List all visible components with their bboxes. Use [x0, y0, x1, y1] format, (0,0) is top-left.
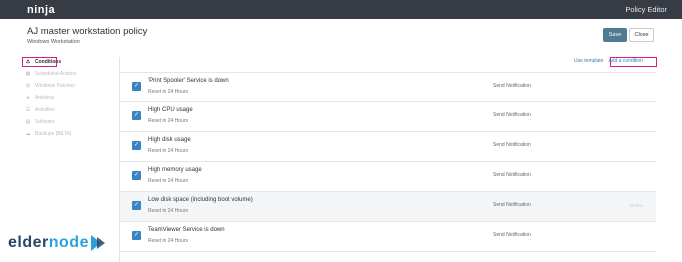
delete-link[interactable]: Delete [630, 203, 643, 208]
condition-action: Send Notification [493, 83, 531, 89]
condition-row[interactable]: ✓ TeamViewer Service is down Reset in 24… [120, 222, 656, 252]
sidebar-item-windows-patches[interactable]: ⊞ Windows Patches [22, 80, 114, 92]
condition-title: High memory usage [148, 167, 202, 173]
condition-action: Send Notification [493, 112, 531, 118]
top-bar: ninja Policy Editor [0, 0, 682, 19]
sidebar-item-label: Windows Patches [35, 83, 75, 89]
condition-action: Send Notification [493, 232, 531, 238]
condition-row[interactable]: ✓ Low disk space (including boot volume)… [120, 192, 656, 222]
calendar-icon: ▦ [25, 71, 31, 77]
sidebar: ⚠ Conditions ▦ Scheduled Actions ⊞ Windo… [22, 56, 114, 140]
windows-icon: ⊞ [25, 83, 31, 89]
sidebar-item-label: Conditions [35, 59, 62, 65]
condition-row[interactable]: ✓ High disk usage Reset in 24 Hours Send… [120, 132, 656, 162]
grid-icon: ▤ [25, 119, 31, 125]
condition-reset: Reset in 24 Hours [148, 118, 189, 124]
list-icon: ☰ [25, 107, 31, 113]
sidebar-item-backups[interactable]: ☁ Backups (BETA) [22, 128, 114, 140]
condition-reset: Reset in 24 Hours [148, 89, 189, 95]
condition-reset: Reset in 24 Hours [148, 148, 189, 154]
warning-icon: ⚠ [25, 59, 31, 65]
checkbox[interactable]: ✓ [132, 141, 141, 150]
eldernode-watermark-logo: eldernode [8, 234, 109, 252]
sidebar-item-label: Activities [35, 107, 55, 113]
sidebar-item-conditions[interactable]: ⚠ Conditions [22, 56, 114, 68]
checkbox[interactable]: ✓ [132, 231, 141, 240]
condition-title: High disk usage [148, 137, 191, 143]
condition-title: TeamViewer Service is down [148, 227, 225, 233]
condition-row[interactable]: ✓ High memory usage Reset in 24 Hours Se… [120, 162, 656, 192]
condition-title: 'Print Spooler' Service is down [148, 78, 229, 84]
page-title: AJ master workstation policy [27, 26, 148, 37]
sidebar-item-label: Scheduled Actions [35, 71, 77, 77]
add-condition-link[interactable]: Add a condition [608, 58, 642, 64]
checkbox[interactable]: ✓ [132, 82, 141, 91]
sidebar-item-label: Software [35, 119, 55, 125]
watermark-part-2: node [48, 234, 89, 251]
cloud-icon: ☁ [25, 131, 31, 137]
sidebar-item-software[interactable]: ▤ Software [22, 116, 114, 128]
condition-reset: Reset in 24 Hours [148, 178, 189, 184]
save-button[interactable]: Save [603, 28, 627, 42]
page-subtitle: Windows Workstation [27, 39, 80, 45]
condition-row[interactable]: ✓ 'Print Spooler' Service is down Reset … [120, 72, 656, 102]
condition-reset: Reset in 24 Hours [148, 208, 189, 214]
condition-title: Low disk space (including boot volume) [148, 197, 253, 203]
checkbox[interactable]: ✓ [132, 111, 141, 120]
checkbox[interactable]: ✓ [132, 171, 141, 180]
shield-icon: ● [26, 95, 30, 101]
sidebar-item-antivirus[interactable]: ● Antivirus [22, 92, 114, 104]
condition-title: High CPU usage [148, 107, 193, 113]
condition-links: Use template Add a condition [574, 58, 643, 64]
conditions-list: ✓ 'Print Spooler' Service is down Reset … [120, 72, 656, 252]
condition-reset: Reset in 24 Hours [148, 238, 189, 244]
condition-row[interactable]: ✓ High CPU usage Reset in 24 Hours Send … [120, 102, 656, 132]
use-template-link[interactable]: Use template [574, 58, 603, 64]
watermark-part-1: elder [8, 234, 49, 251]
condition-action: Send Notification [493, 172, 531, 178]
close-button[interactable]: Close [629, 28, 654, 42]
play-arrows-icon [90, 235, 105, 251]
condition-action: Send Notification [493, 142, 531, 148]
policy-header: AJ master workstation policy Windows Wor… [27, 26, 147, 45]
policy-editor-title: Policy Editor [625, 5, 667, 14]
sidebar-item-label: Antivirus [35, 95, 55, 101]
sidebar-item-scheduled-actions[interactable]: ▦ Scheduled Actions [22, 68, 114, 80]
sidebar-item-label: Backups (BETA) [35, 131, 72, 137]
ninja-logo[interactable]: ninja [27, 4, 55, 16]
checkbox[interactable]: ✓ [132, 201, 141, 210]
condition-action: Send Notification [493, 202, 531, 208]
sidebar-item-activities[interactable]: ☰ Activities [22, 104, 114, 116]
